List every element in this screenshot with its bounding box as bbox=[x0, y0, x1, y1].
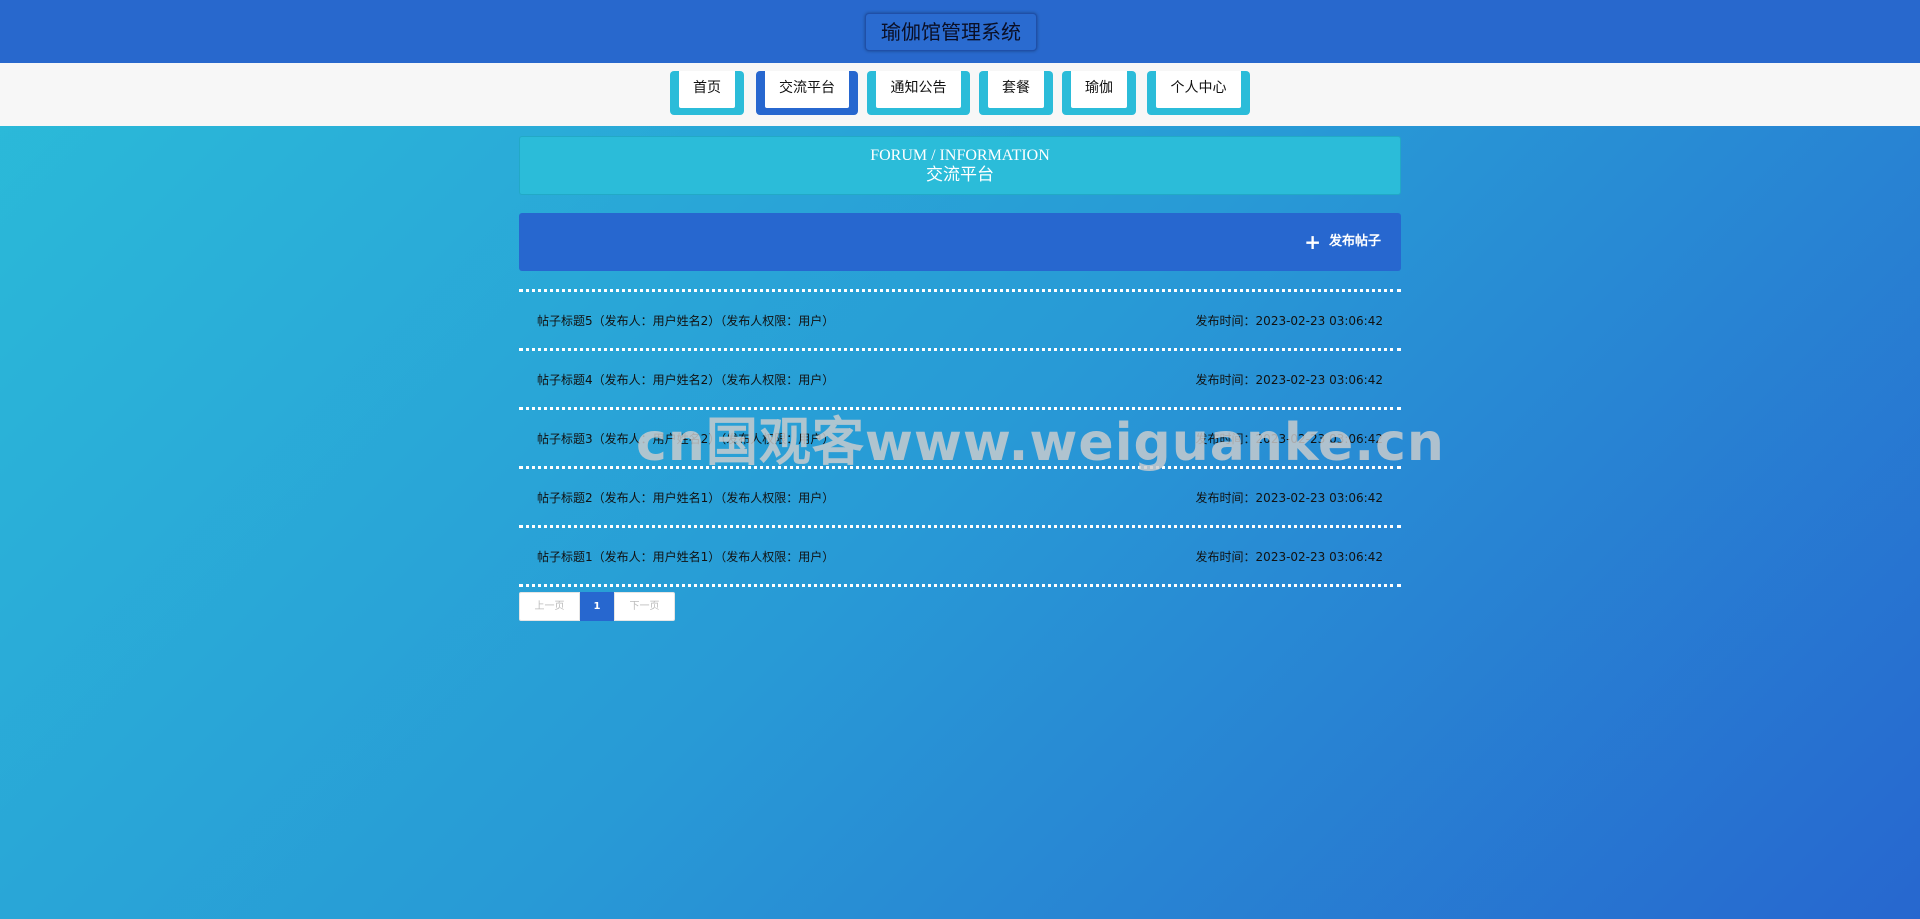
nav-item-home[interactable]: 首页 bbox=[670, 71, 744, 115]
plus-icon: + bbox=[1304, 230, 1321, 254]
post-row[interactable]: 帖子标题5（发布人：用户姓名2）（发布人权限：用户） 发布时间：2023-02-… bbox=[519, 292, 1401, 351]
post-time: 发布时间：2023-02-23 03:06:42 bbox=[1195, 490, 1383, 505]
pagination: 上一页 1 下一页 bbox=[519, 592, 675, 621]
post-list: 帖子标题5（发布人：用户姓名2）（发布人权限：用户） 发布时间：2023-02-… bbox=[519, 289, 1401, 587]
page-heading: FORUM / INFORMATION 交流平台 bbox=[519, 136, 1401, 195]
nav-item-label: 首页 bbox=[679, 71, 735, 108]
page-title: 交流平台 bbox=[926, 165, 994, 184]
nav-item-forum[interactable]: 交流平台 bbox=[756, 71, 858, 115]
post-title: 帖子标题3（发布人：用户姓名2）（发布人权限：用户） bbox=[537, 431, 835, 446]
new-post-label: 发布帖子 bbox=[1328, 234, 1381, 249]
nav-item-profile[interactable]: 个人中心 bbox=[1147, 71, 1250, 115]
nav-item-notices[interactable]: 通知公告 bbox=[867, 71, 970, 115]
nav-item-packages[interactable]: 套餐 bbox=[979, 71, 1053, 115]
post-row[interactable]: 帖子标题1（发布人：用户姓名1）（发布人权限：用户） 发布时间：2023-02-… bbox=[519, 528, 1401, 587]
action-bar: + 发布帖子 bbox=[519, 213, 1401, 271]
prev-page-button[interactable]: 上一页 bbox=[519, 592, 580, 621]
post-row[interactable]: 帖子标题4（发布人：用户姓名2）（发布人权限：用户） 发布时间：2023-02-… bbox=[519, 351, 1401, 410]
post-title: 帖子标题5（发布人：用户姓名2）（发布人权限：用户） bbox=[537, 313, 835, 328]
nav-item-label: 个人中心 bbox=[1156, 71, 1241, 108]
main-nav: 首页 交流平台 通知公告 套餐 瑜伽 个人中心 bbox=[0, 63, 1920, 126]
post-time: 发布时间：2023-02-23 03:06:42 bbox=[1195, 313, 1383, 328]
nav-item-label: 通知公告 bbox=[876, 71, 961, 108]
post-title: 帖子标题4（发布人：用户姓名2）（发布人权限：用户） bbox=[537, 372, 835, 387]
post-title: 帖子标题1（发布人：用户姓名1）（发布人权限：用户） bbox=[537, 549, 835, 564]
post-title: 帖子标题2（发布人：用户姓名1）（发布人权限：用户） bbox=[537, 490, 835, 505]
nav-item-yoga[interactable]: 瑜伽 bbox=[1062, 71, 1136, 115]
post-row[interactable]: 帖子标题3（发布人：用户姓名2）（发布人权限：用户） 发布时间：2023-02-… bbox=[519, 410, 1401, 469]
post-time: 发布时间：2023-02-23 03:06:42 bbox=[1195, 549, 1383, 564]
post-row[interactable]: 帖子标题2（发布人：用户姓名1）（发布人权限：用户） 发布时间：2023-02-… bbox=[519, 469, 1401, 528]
nav-item-label: 套餐 bbox=[988, 71, 1044, 108]
nav-item-label: 交流平台 bbox=[765, 71, 849, 108]
app-header: 瑜伽馆管理系统 bbox=[0, 0, 1920, 63]
page-title-en: FORUM / INFORMATION bbox=[870, 147, 1050, 164]
nav-item-label: 瑜伽 bbox=[1071, 71, 1127, 108]
next-page-button[interactable]: 下一页 bbox=[614, 592, 675, 621]
post-time: 发布时间：2023-02-23 03:06:42 bbox=[1195, 431, 1383, 446]
post-time: 发布时间：2023-02-23 03:06:42 bbox=[1195, 372, 1383, 387]
page-number-button[interactable]: 1 bbox=[580, 592, 614, 621]
new-post-button[interactable]: + 发布帖子 bbox=[1304, 232, 1381, 252]
app-title: 瑜伽馆管理系统 bbox=[865, 13, 1037, 51]
